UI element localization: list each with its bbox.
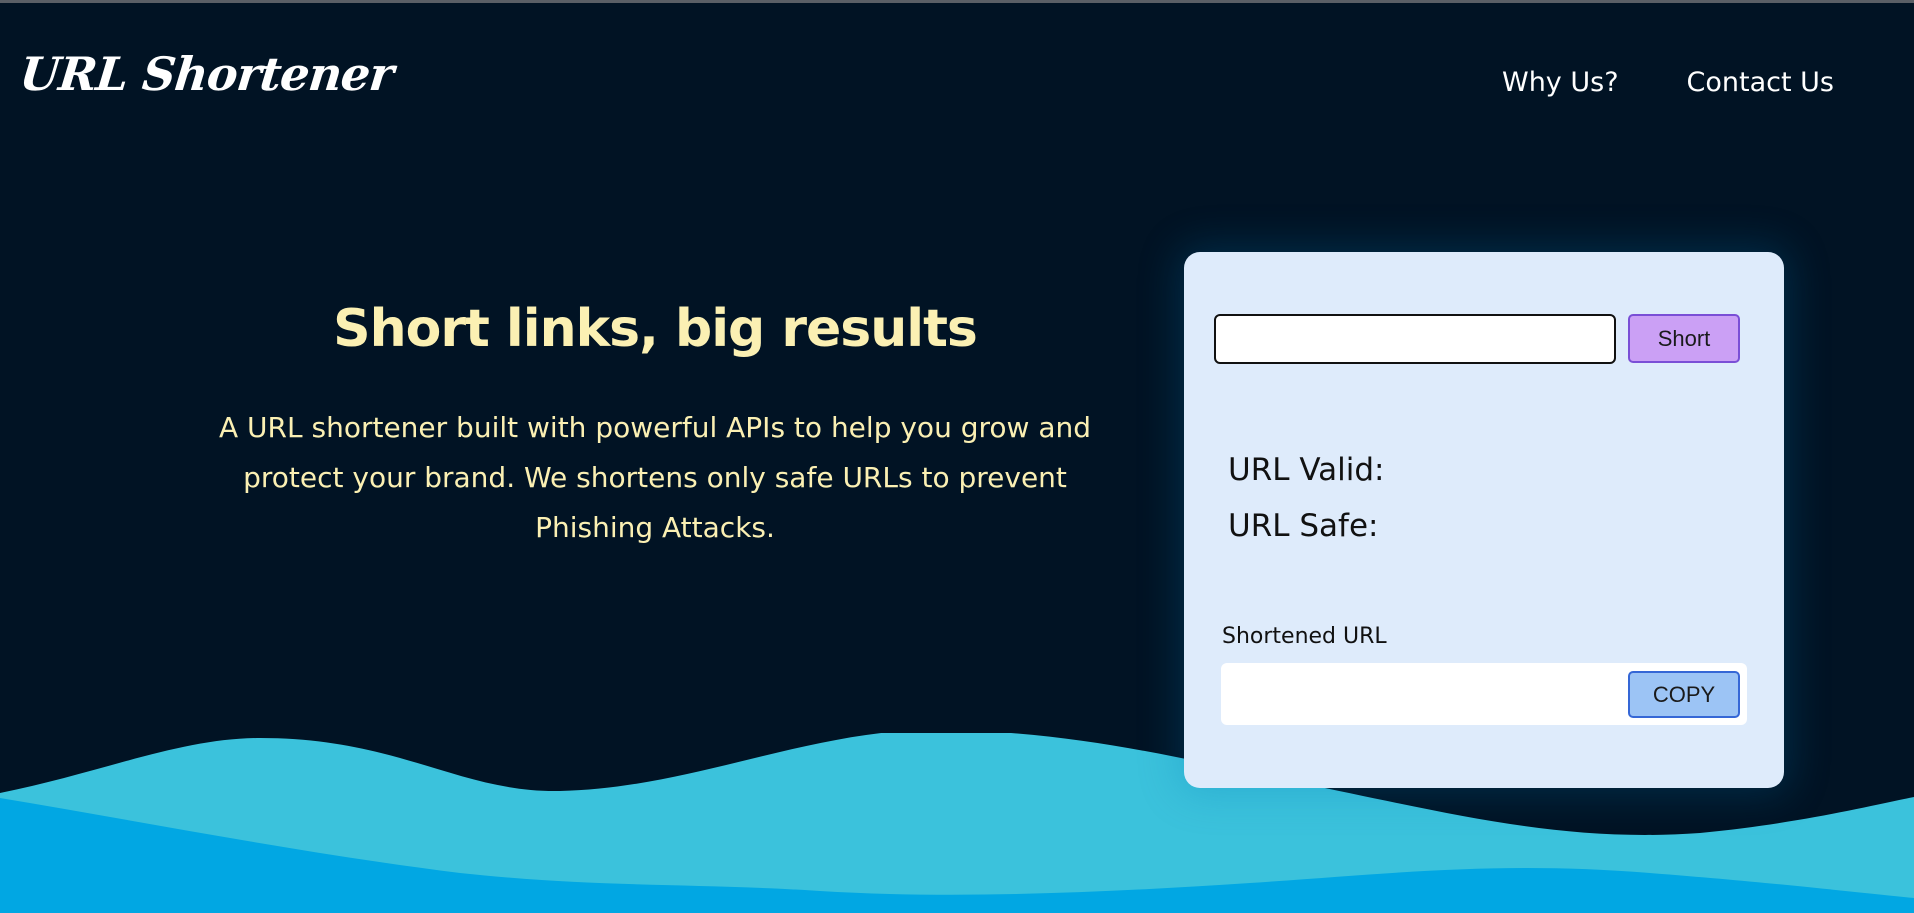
top-nav: Why Us? Contact Us xyxy=(1502,67,1834,98)
shortener-card: Short URL Valid: URL Safe: Shortened URL… xyxy=(1184,252,1784,788)
copy-button[interactable]: COPY xyxy=(1628,671,1740,718)
shortened-url-label: Shortened URL xyxy=(1222,624,1387,649)
site-logo[interactable]: URL Shortener xyxy=(17,47,395,101)
url-input[interactable] xyxy=(1214,314,1616,364)
short-button[interactable]: Short xyxy=(1628,314,1740,363)
url-valid-label: URL Valid: xyxy=(1228,452,1385,488)
hero-title: Short links, big results xyxy=(333,299,978,359)
hero-section: Short links, big results A URL shortener… xyxy=(180,299,1130,553)
nav-link-why-us[interactable]: Why Us? xyxy=(1502,67,1619,98)
nav-link-contact-us[interactable]: Contact Us xyxy=(1687,67,1834,98)
url-status: URL Valid: URL Safe: xyxy=(1228,442,1385,554)
hero-description: A URL shortener built with powerful APIs… xyxy=(218,411,1091,544)
shortened-url-box: COPY xyxy=(1221,663,1747,725)
page: URL Shortener Why Us? Contact Us Short l… xyxy=(0,0,1914,913)
url-safe-label: URL Safe: xyxy=(1228,508,1379,544)
